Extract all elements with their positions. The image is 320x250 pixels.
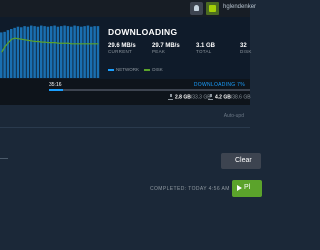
network-speed-bar <box>60 26 63 78</box>
username-label[interactable]: hglendenker <box>223 4 256 10</box>
download-status-title: DOWNLOADING <box>108 27 178 37</box>
network-speed-bar <box>40 25 43 78</box>
stat-current: 29.6 MB/s CURRENT <box>108 43 136 54</box>
network-legend-swatch <box>108 68 114 71</box>
section-divider <box>0 127 250 128</box>
clear-button-label: Clear <box>235 157 252 164</box>
network-speed-bar <box>6 30 10 78</box>
network-speed-bar <box>96 26 100 78</box>
network-speed-bar <box>63 25 66 78</box>
network-speed-bar <box>33 26 36 78</box>
network-speed-bar <box>26 26 30 78</box>
network-speed-bar <box>56 26 60 78</box>
top-bar: hglendenker <box>0 0 256 17</box>
download-speed-chart <box>0 25 100 78</box>
network-speed-bar <box>10 28 13 78</box>
network-speed-bar <box>66 26 70 78</box>
network-speed-bar <box>0 32 3 78</box>
stat-disk: 32 DISK <box>240 43 252 54</box>
disk-legend-swatch <box>144 68 151 71</box>
clear-button[interactable]: Clear <box>221 153 261 169</box>
network-speed-bar <box>76 26 80 78</box>
network-speed-bar <box>93 26 96 78</box>
notification-bell-icon[interactable] <box>190 2 203 15</box>
network-speed-bar <box>23 26 26 78</box>
elapsed-time: 35:16 <box>49 82 62 88</box>
download-progress-row: 35:16 DOWNLOADING 7% 2.8 GB/33.3 GB 4.2 … <box>0 79 251 105</box>
network-speed-bar <box>70 26 73 78</box>
disk-icon <box>208 94 213 100</box>
stat-peak: 29.7 MB/s PEAK <box>152 43 180 54</box>
disk-legend-label: DISK <box>152 67 163 72</box>
network-legend-label: NETWORK <box>116 67 139 72</box>
user-avatar-icon[interactable] <box>206 2 219 15</box>
network-speed-bar <box>3 31 6 78</box>
list-edge-marker <box>0 158 8 159</box>
network-speed-bar <box>36 26 40 78</box>
play-button-label: Pl <box>244 184 251 191</box>
network-speed-bar <box>46 26 50 78</box>
network-speed-bar <box>73 25 76 78</box>
downloaded-amount: 2.8 GB/33.3 GB <box>168 94 211 100</box>
download-percent-status: DOWNLOADING 7% <box>193 82 245 88</box>
completed-timestamp: COMPLETED: TODAY 4:56 AM <box>150 186 230 192</box>
network-speed-bar <box>90 26 93 78</box>
auto-update-label: Auto-upd <box>223 113 244 119</box>
disk-amount: 4.2 GB/38.6 GB <box>208 94 251 100</box>
network-speed-bar <box>53 25 56 78</box>
stat-total: 3.1 GB TOTAL <box>196 43 216 54</box>
progress-fill <box>49 89 64 91</box>
network-speed-bar <box>43 26 46 78</box>
network-speed-bar <box>20 27 23 78</box>
play-icon <box>237 185 242 191</box>
network-speed-bar <box>83 26 86 78</box>
network-speed-bar <box>13 27 16 78</box>
network-speed-bar <box>50 26 53 78</box>
network-speed-bar <box>86 25 90 78</box>
download-icon <box>168 94 173 100</box>
play-button[interactable]: Pl <box>232 180 262 197</box>
network-speed-bar <box>30 25 33 78</box>
progress-track <box>49 89 250 91</box>
network-speed-bar <box>16 26 20 78</box>
chart-legend: NETWORK DISK <box>108 67 163 72</box>
network-speed-bar <box>80 26 83 78</box>
download-header: DOWNLOADING 29.6 MB/s CURRENT 29.7 MB/s … <box>0 17 252 79</box>
